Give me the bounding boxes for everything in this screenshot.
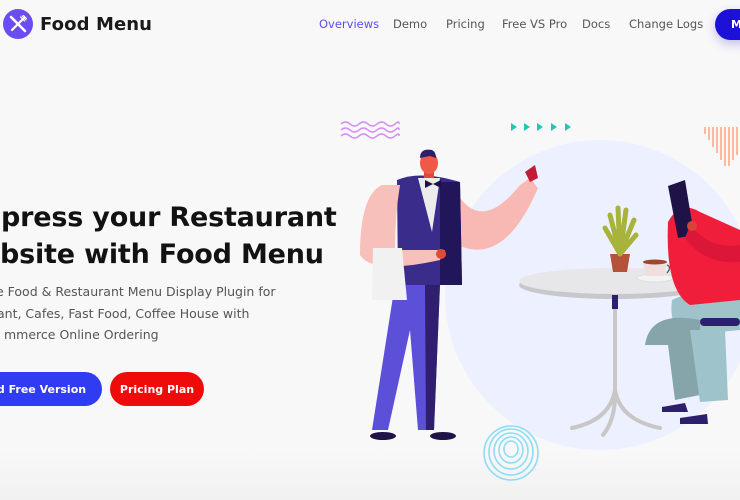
- brand-logo[interactable]: Food Menu: [3, 9, 152, 39]
- fork-knife-icon: [3, 9, 33, 39]
- download-free-version-button[interactable]: oad Free Version: [0, 372, 102, 406]
- hero-title: press your Restaurant bsite with Food Me…: [0, 199, 337, 273]
- nav-demo[interactable]: Demo: [393, 17, 427, 31]
- hero-subtitle-line-3: mmerce Online Ordering: [4, 327, 159, 342]
- stripe-decoration: [704, 127, 738, 166]
- header-cta-button[interactable]: M: [715, 9, 740, 40]
- nav-change-logs[interactable]: Change Logs: [629, 17, 703, 31]
- hero-subtitle-line-2: ant, Cafes, Fast Food, Coffee House with: [0, 305, 250, 321]
- nav-overviews[interactable]: Overviews: [319, 17, 379, 31]
- nav-docs[interactable]: Docs: [582, 17, 610, 31]
- hero-title-line-1: press your Restaurant: [1, 202, 337, 233]
- nav-pricing[interactable]: Pricing: [446, 17, 485, 31]
- pricing-plan-button[interactable]: Pricing Plan: [110, 372, 204, 406]
- site-header: Food Menu Overviews Demo Pricing Free VS…: [0, 0, 740, 48]
- hero-title-line-2: bsite with Food Menu: [0, 239, 324, 270]
- wave-decoration: [340, 121, 400, 139]
- hero-subtitle: e Food & Restaurant Menu Display Plugin …: [0, 281, 276, 346]
- brand-name: Food Menu: [40, 13, 153, 35]
- hero-subtitle-line-1: e Food & Restaurant Menu Display Plugin …: [0, 284, 276, 299]
- ring-decoration: [483, 425, 539, 481]
- triangle-decoration: [511, 123, 571, 131]
- nav-free-vs-pro[interactable]: Free VS Pro: [502, 17, 567, 31]
- hero-illustration: [340, 121, 740, 481]
